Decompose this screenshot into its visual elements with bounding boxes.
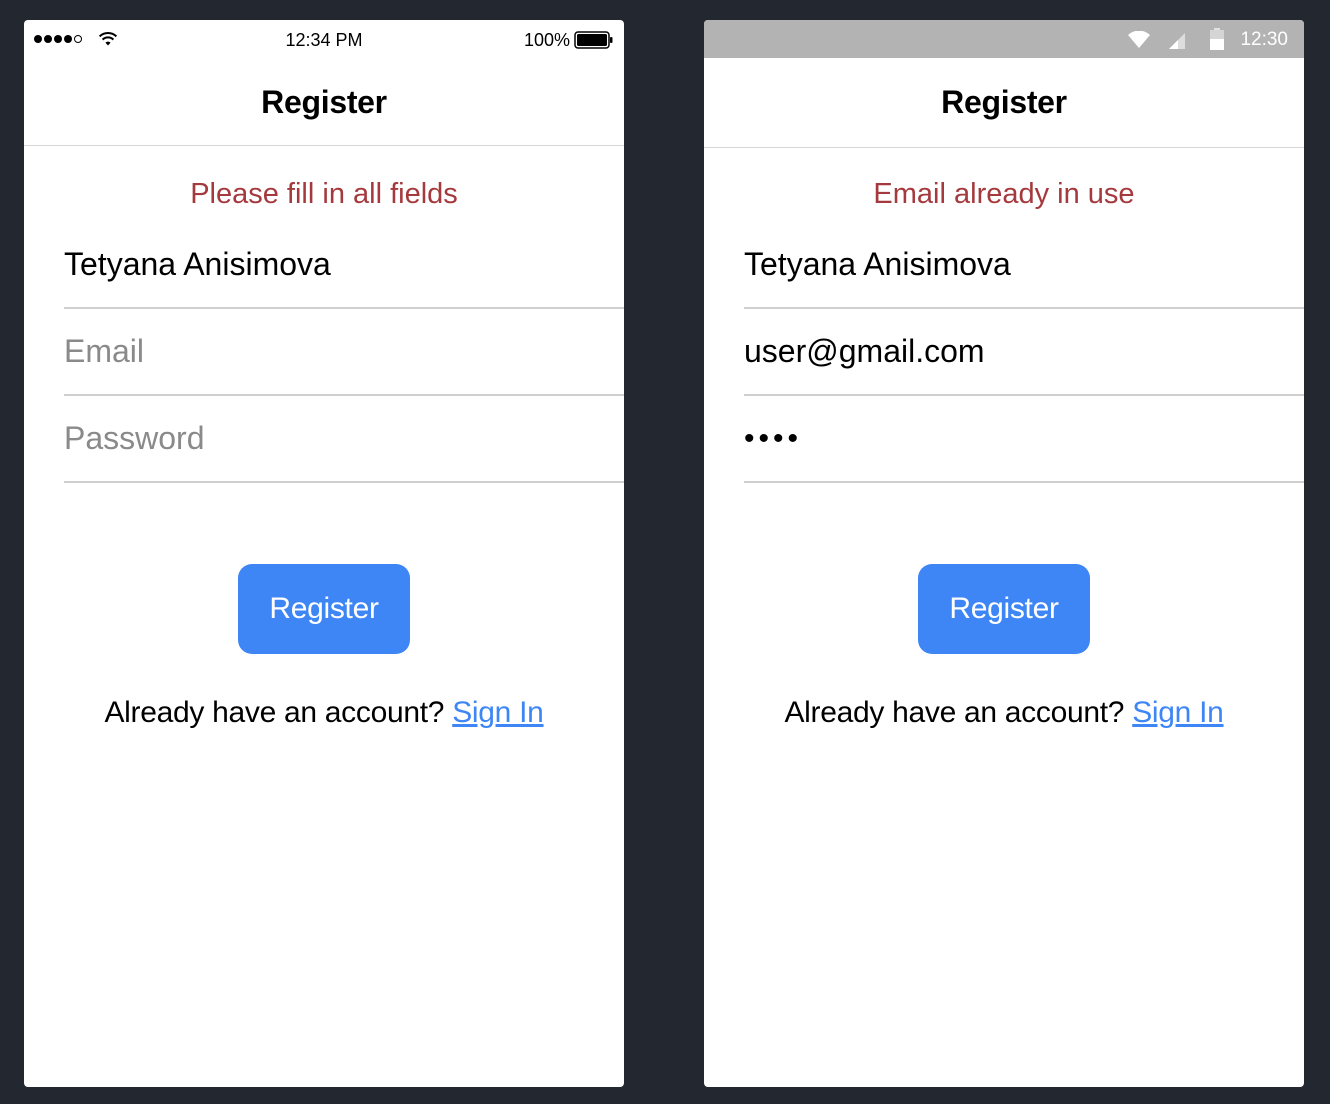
register-form: Tetyana Anisimova user@gmail.com •••• <box>744 222 1304 483</box>
ios-phone-screen: 12:34 PM 100% Register Please fill in al… <box>24 20 624 1087</box>
register-button[interactable]: Register <box>918 564 1090 654</box>
battery-icon <box>1210 28 1224 50</box>
error-message: Email already in use <box>873 178 1135 210</box>
signin-prompt: Already have an account? <box>784 696 1125 729</box>
page-title: Register <box>941 84 1067 120</box>
register-button[interactable]: Register <box>238 564 410 654</box>
nav-header: Register <box>704 58 1304 148</box>
android-status-bar: 12:30 <box>704 20 1304 58</box>
signin-row: Already have an account? Sign In <box>24 696 624 730</box>
signin-row: Already have an account? Sign In <box>704 696 1304 730</box>
android-phone-screen: 12:30 Register Email already in use Tety… <box>704 20 1304 1087</box>
ios-status-bar: 12:34 PM 100% <box>24 20 624 60</box>
name-field[interactable]: Tetyana Anisimova <box>64 222 624 309</box>
error-message: Please fill in all fields <box>190 178 458 210</box>
battery-percentage: 100% <box>523 30 570 50</box>
status-time: 12:30 <box>1240 29 1288 50</box>
signin-prompt: Already have an account? <box>104 696 445 729</box>
signin-link[interactable]: Sign In <box>452 696 544 729</box>
wifi-icon <box>1128 31 1150 48</box>
email-field[interactable]: user@gmail.com <box>744 309 1304 396</box>
register-form: Tetyana Anisimova Email Password <box>64 222 624 483</box>
cell-signal-icon <box>1169 33 1185 49</box>
password-field[interactable]: Password <box>64 396 624 483</box>
nav-header: Register <box>24 60 624 146</box>
email-field[interactable]: Email <box>64 309 624 396</box>
page-title: Register <box>261 84 387 120</box>
name-field[interactable]: Tetyana Anisimova <box>744 222 1304 309</box>
password-field[interactable]: •••• <box>744 396 1304 483</box>
battery-icon <box>574 31 613 49</box>
signin-link[interactable]: Sign In <box>1132 696 1224 729</box>
